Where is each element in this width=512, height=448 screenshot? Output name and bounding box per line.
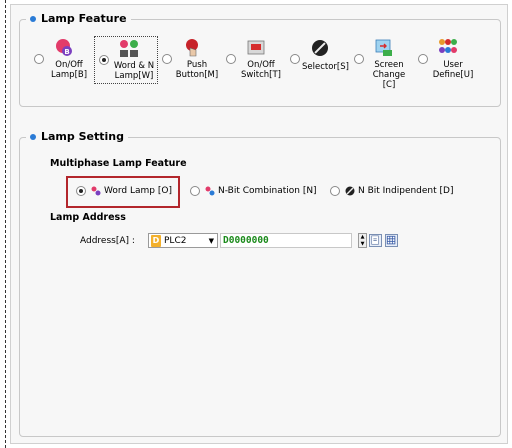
feature-radio[interactable] [354,54,364,64]
feature-label-line1: On/Off [247,60,275,70]
feature-screen-change[interactable]: Screen Change [C] [350,36,414,90]
bullet-icon [30,15,36,22]
bullet-icon [30,133,36,140]
feature-label-line2: Lamp[W] [114,71,154,81]
nbit-combination-radio[interactable] [190,186,200,196]
feature-label-line2: Change [C] [372,70,406,90]
word-lamp-icon [120,40,138,57]
plc-select-value: PLC2 [164,235,187,246]
bulb-b-icon: B [56,39,72,56]
plc-badge: D [151,234,161,247]
nbit-independent-icon [345,186,355,196]
window-edge [0,0,6,448]
feature-user-define[interactable]: User Define[U] [414,36,478,84]
lamp-address-title: Lamp Address [50,212,126,223]
feature-label: Screen Change [C] [366,60,412,90]
plc-select[interactable]: D PLC2 ▼ [148,233,218,248]
feature-label: On/Off Lamp[B] [46,60,92,80]
nbit-independent-label: N Bit Indipendent [D] [358,186,454,196]
screen-change-icon [375,39,392,56]
feature-label-line1: On/Off [55,60,83,70]
feature-label-line2: Switch[T] [241,70,281,80]
lamp-feature-title-text: Lamp Feature [41,12,127,25]
switch-icon [247,40,265,55]
feature-radio[interactable] [290,54,300,64]
lamp-properties-panel: Lamp Feature B On/Off Lamp[B] Word & N L… [10,4,508,444]
feature-label-line1: Selector[S] [302,62,349,72]
feature-selector[interactable]: Selector[S] [286,36,350,84]
user-define-icon [439,39,457,53]
feature-label: Word & N Lamp[W] [111,61,157,81]
chevron-down-icon[interactable]: ▼ [209,237,214,245]
feature-label: Selector[S] [302,62,349,72]
lamp-setting-title-text: Lamp Setting [41,130,124,143]
feature-label-line2: Define[U] [432,70,474,80]
svg-text:B: B [64,48,69,56]
feature-label: On/Off Switch[T] [238,60,284,80]
address-browse-button[interactable] [369,234,382,247]
feature-label-line1: Word & N [113,61,155,71]
push-button-icon [186,39,198,57]
feature-label: User Define[U] [430,60,476,80]
feature-label-line2: Lamp[B] [50,70,88,80]
feature-radio[interactable] [99,55,109,65]
lamp-feature-options: B On/Off Lamp[B] Word & N Lamp[W] Push B… [30,36,478,90]
feature-radio[interactable] [34,54,44,64]
feature-onoff-lamp[interactable]: B On/Off Lamp[B] [30,36,94,84]
multiphase-title: Multiphase Lamp Feature [50,158,187,169]
multiphase-word-lamp[interactable]: Word Lamp [O] [76,186,172,196]
keypad-icon [386,235,396,245]
nbit-independent-radio[interactable] [330,186,340,196]
address-spinner[interactable]: ▲ ▼ [358,233,367,248]
feature-radio[interactable] [418,54,428,64]
selector-knob-icon [312,40,328,56]
lamp-feature-group: Lamp Feature B On/Off Lamp[B] Word & N L… [19,12,501,107]
nbit-combination-icon [205,186,215,196]
spin-up-icon[interactable]: ▲ [361,234,365,240]
address-label: Address[A] : [80,236,135,246]
lamp-setting-title: Lamp Setting [26,130,128,143]
lamp-feature-title: Lamp Feature [26,12,131,25]
feature-radio[interactable] [226,54,236,64]
multiphase-nbit-combination[interactable]: N-Bit Combination [N] [190,186,317,196]
feature-word-n-lamp[interactable]: Word & N Lamp[W] [94,36,158,84]
feature-label-line1: Push [186,60,208,70]
lamp-setting-group: Lamp Setting Multiphase Lamp Feature Wor… [19,130,501,437]
address-keypad-button[interactable] [385,234,398,247]
feature-label: Push Button[M] [174,60,220,80]
feature-label-line1: Screen [374,60,404,70]
feature-push-button[interactable]: Push Button[M] [158,36,222,84]
feature-label-line2: Button[M] [175,70,219,80]
document-icon [371,235,379,245]
nbit-combination-label: N-Bit Combination [N] [218,186,317,196]
feature-label-line1: User [443,60,463,70]
feature-onoff-switch[interactable]: On/Off Switch[T] [222,36,286,84]
word-lamp-icon [91,186,101,196]
multiphase-nbit-independent[interactable]: N Bit Indipendent [D] [330,186,453,196]
spin-down-icon[interactable]: ▼ [361,241,365,247]
address-input[interactable]: D0000000 [220,233,352,248]
word-lamp-radio[interactable] [76,186,86,196]
feature-radio[interactable] [162,54,172,64]
word-lamp-label: Word Lamp [O] [104,186,172,196]
